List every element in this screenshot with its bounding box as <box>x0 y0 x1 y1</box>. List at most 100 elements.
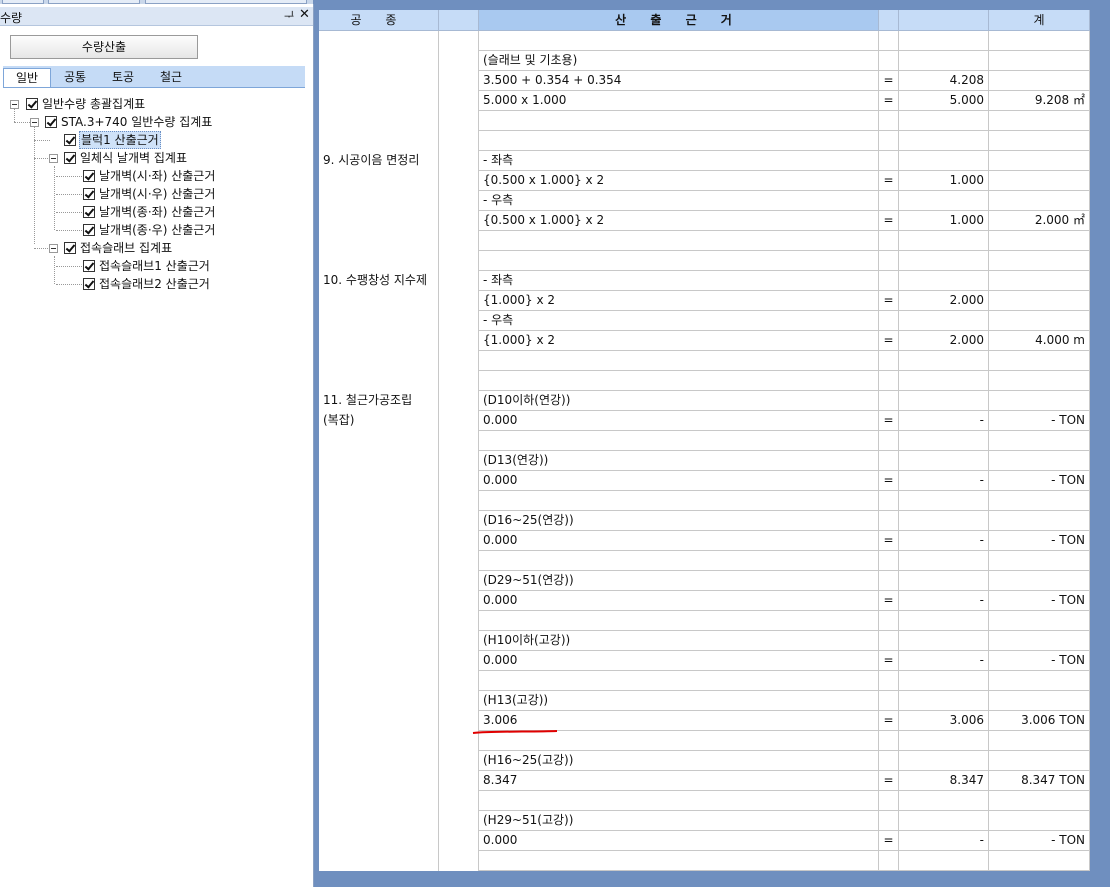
spacer-cell[interactable] <box>439 631 479 651</box>
spacer-cell[interactable] <box>439 751 479 771</box>
total-cell[interactable] <box>989 431 1090 451</box>
table-row[interactable]: 3.006 = 3.006 3.006 TON <box>319 711 1090 731</box>
basis-cell[interactable] <box>479 351 879 371</box>
collapse-icon[interactable] <box>49 244 58 253</box>
value-cell[interactable] <box>899 691 989 711</box>
basis-cell[interactable]: 0.000 <box>479 471 879 491</box>
basis-cell[interactable]: 0.000 <box>479 411 879 431</box>
work-type-cell[interactable] <box>319 571 439 591</box>
value-cell[interactable] <box>899 551 989 571</box>
table-row[interactable]: (H29~51(고강)) <box>319 811 1090 831</box>
table-row[interactable]: - 우측 <box>319 311 1090 331</box>
table-row[interactable] <box>319 431 1090 451</box>
total-cell[interactable] <box>989 371 1090 391</box>
table-row[interactable] <box>319 611 1090 631</box>
total-cell[interactable] <box>989 551 1090 571</box>
spacer-cell[interactable] <box>439 791 479 811</box>
table-row[interactable] <box>319 131 1090 151</box>
table-row[interactable]: {1.000} x 2 = 2.000 4.000 m <box>319 331 1090 351</box>
basis-cell[interactable] <box>479 731 879 751</box>
spacer-cell[interactable] <box>439 331 479 351</box>
collapse-icon[interactable] <box>49 154 58 163</box>
equals-cell[interactable] <box>879 351 899 371</box>
spacer-cell[interactable] <box>439 351 479 371</box>
table-row[interactable]: - 우측 <box>319 191 1090 211</box>
equals-cell[interactable]: = <box>879 91 899 111</box>
equals-cell[interactable]: = <box>879 651 899 671</box>
value-cell[interactable]: 8.347 <box>899 771 989 791</box>
checkbox-checked-icon[interactable] <box>64 242 76 254</box>
basis-cell[interactable]: (D10이하(연강)) <box>479 391 879 411</box>
table-row[interactable] <box>319 371 1090 391</box>
equals-cell[interactable]: = <box>879 591 899 611</box>
equals-cell[interactable] <box>879 391 899 411</box>
total-cell[interactable]: 9.208 ㎡ <box>989 91 1090 111</box>
total-cell[interactable]: 3.006 TON <box>989 711 1090 731</box>
equals-cell[interactable] <box>879 691 899 711</box>
value-cell[interactable] <box>899 131 989 151</box>
checkbox-checked-icon[interactable] <box>83 224 95 236</box>
basis-cell[interactable]: (D16~25(연강)) <box>479 511 879 531</box>
total-cell[interactable]: - TON <box>989 471 1090 491</box>
table-row[interactable]: (D16~25(연강)) <box>319 511 1090 531</box>
table-row[interactable] <box>319 551 1090 571</box>
total-cell[interactable] <box>989 251 1090 271</box>
value-cell[interactable]: - <box>899 651 989 671</box>
spacer-cell[interactable] <box>439 51 479 71</box>
basis-cell[interactable] <box>479 371 879 391</box>
work-type-cell[interactable] <box>319 51 439 71</box>
spacer-cell[interactable] <box>439 651 479 671</box>
pin-icon[interactable]: ᆛ <box>284 8 294 24</box>
spacer-cell[interactable] <box>439 591 479 611</box>
basis-cell[interactable]: (D13(연강)) <box>479 451 879 471</box>
checkbox-checked-icon[interactable] <box>45 116 57 128</box>
basis-cell[interactable]: {1.000} x 2 <box>479 331 879 351</box>
value-cell[interactable] <box>899 731 989 751</box>
table-row[interactable] <box>319 731 1090 751</box>
spacer-cell[interactable] <box>439 371 479 391</box>
equals-cell[interactable] <box>879 611 899 631</box>
table-row[interactable]: {1.000} x 2 = 2.000 <box>319 291 1090 311</box>
value-cell[interactable] <box>899 31 989 51</box>
header-basis[interactable]: 산 출 근 거 <box>479 10 879 31</box>
basis-cell[interactable]: (H29~51(고강)) <box>479 811 879 831</box>
value-cell[interactable] <box>899 271 989 291</box>
spacer-cell[interactable] <box>439 551 479 571</box>
equals-cell[interactable] <box>879 371 899 391</box>
basis-cell[interactable]: 3.500 + 0.354 + 0.354 <box>479 71 879 91</box>
table-row[interactable] <box>319 851 1090 871</box>
total-cell[interactable] <box>989 271 1090 291</box>
value-cell[interactable] <box>899 571 989 591</box>
total-cell[interactable] <box>989 611 1090 631</box>
table-row[interactable]: 0.000 = - - TON <box>319 651 1090 671</box>
total-cell[interactable] <box>989 51 1090 71</box>
work-type-cell[interactable] <box>319 771 439 791</box>
value-cell[interactable] <box>899 491 989 511</box>
header-eq[interactable] <box>879 10 899 31</box>
total-cell[interactable] <box>989 191 1090 211</box>
work-type-cell[interactable] <box>319 311 439 331</box>
value-cell[interactable] <box>899 791 989 811</box>
equals-cell[interactable]: = <box>879 411 899 431</box>
equals-cell[interactable] <box>879 251 899 271</box>
value-cell[interactable] <box>899 191 989 211</box>
equals-cell[interactable]: = <box>879 771 899 791</box>
total-cell[interactable]: - TON <box>989 591 1090 611</box>
basis-cell[interactable]: - 좌측 <box>479 151 879 171</box>
value-cell[interactable]: 2.000 <box>899 291 989 311</box>
total-cell[interactable] <box>989 811 1090 831</box>
table-row[interactable]: 11. 철근가공조립 (D10이하(연강)) <box>319 391 1090 411</box>
work-type-cell[interactable] <box>319 651 439 671</box>
work-type-cell[interactable] <box>319 531 439 551</box>
checkbox-checked-icon[interactable] <box>64 152 76 164</box>
table-row[interactable]: 0.000 = - - TON <box>319 831 1090 851</box>
work-type-cell[interactable] <box>319 371 439 391</box>
basis-cell[interactable] <box>479 31 879 51</box>
work-type-cell[interactable] <box>319 451 439 471</box>
equals-cell[interactable] <box>879 671 899 691</box>
spacer-cell[interactable] <box>439 511 479 531</box>
basis-cell[interactable]: 5.000 x 1.000 <box>479 91 879 111</box>
basis-cell[interactable] <box>479 431 879 451</box>
table-row[interactable]: 0.000 = - - TON <box>319 531 1090 551</box>
total-cell[interactable] <box>989 731 1090 751</box>
